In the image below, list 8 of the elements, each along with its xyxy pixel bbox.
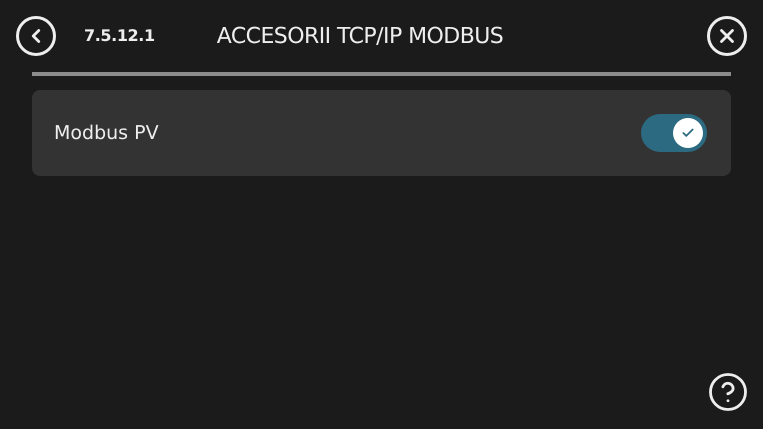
back-button[interactable] <box>16 16 56 56</box>
toggle-switch[interactable] <box>641 114 707 152</box>
window-title: ACCESORII TCP/IP MODBUS <box>216 22 504 50</box>
setting-label: Modbus PV <box>54 120 159 146</box>
menu-code: 7.5.12.1 <box>84 25 155 47</box>
close-button[interactable] <box>707 16 747 56</box>
check-icon <box>681 126 695 140</box>
help-button[interactable] <box>707 371 749 413</box>
